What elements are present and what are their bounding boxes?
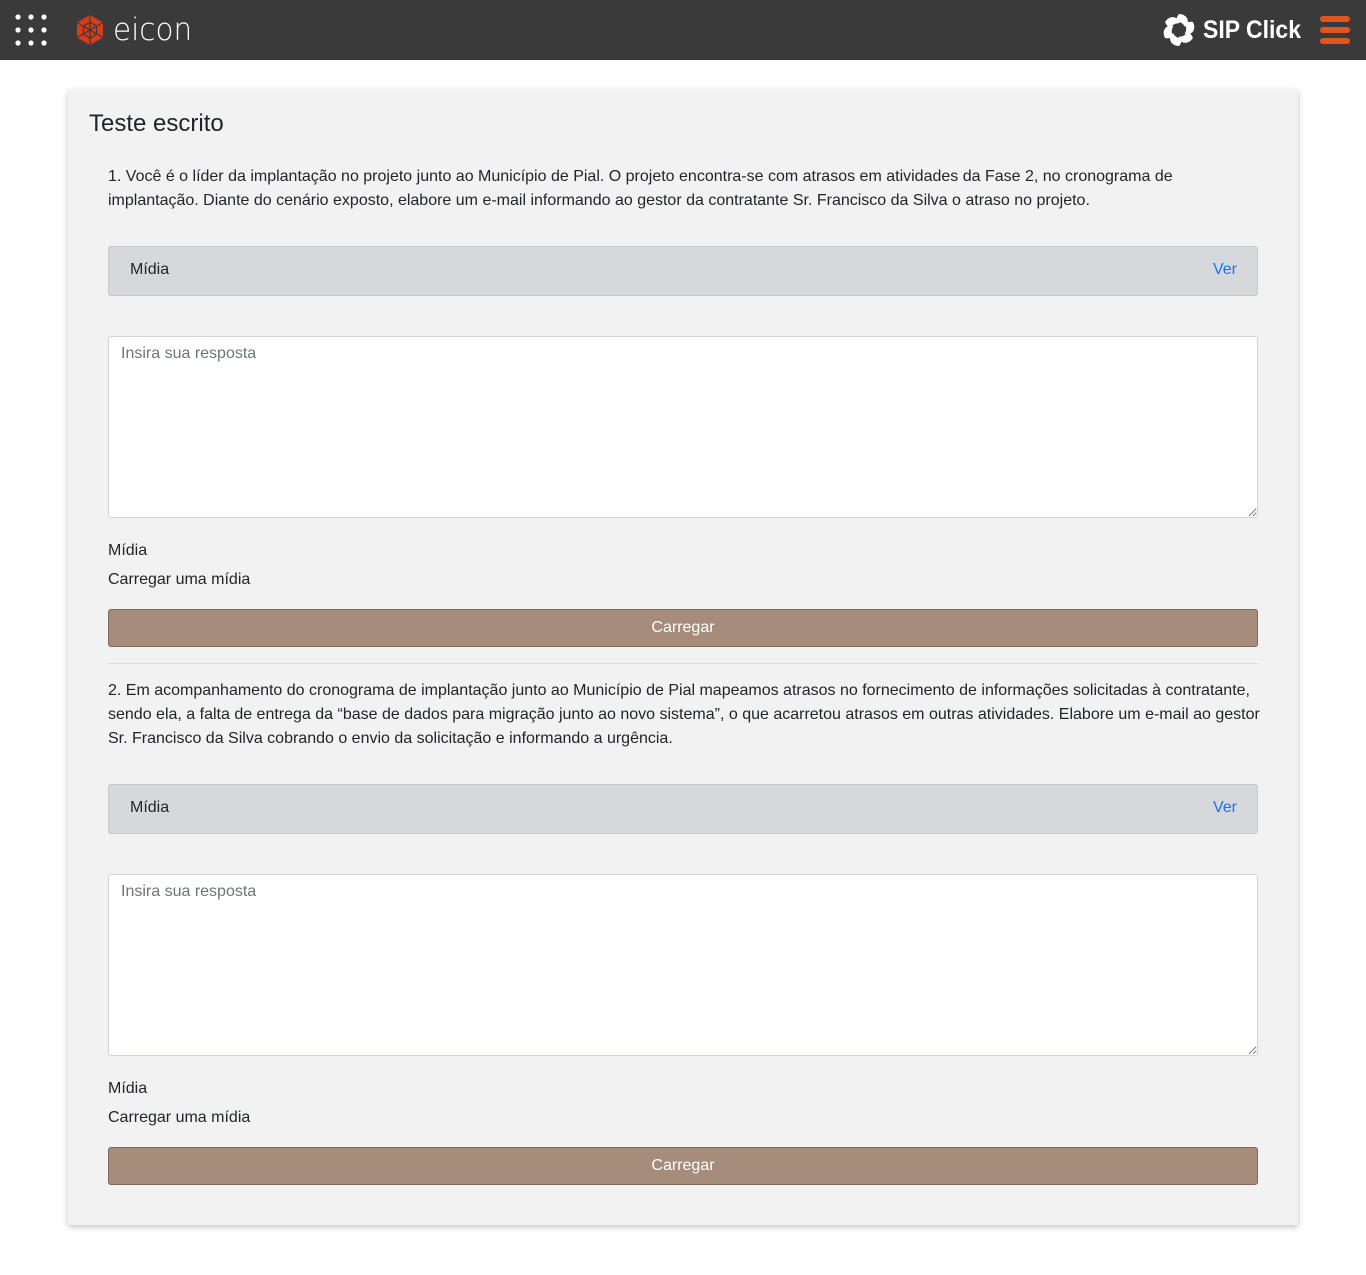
answer-textarea[interactable] <box>108 874 1258 1056</box>
eicon-logo[interactable]: eicon <box>74 12 196 48</box>
view-media-link[interactable]: Ver <box>1213 261 1237 279</box>
sipclick-logo[interactable]: SIP Click <box>1161 13 1310 47</box>
media-bar: Mídia Ver <box>108 784 1258 834</box>
top-navbar: eicon SIP Click <box>0 0 1366 60</box>
upload-button[interactable]: Carregar <box>108 1147 1258 1185</box>
view-media-link[interactable]: Ver <box>1213 799 1237 817</box>
eicon-logo-icon <box>76 15 104 45</box>
question-text: 1. Você é o líder da implantação no proj… <box>108 168 1173 209</box>
media-bar-label: Mídia <box>130 261 170 278</box>
answer-textarea[interactable] <box>108 336 1258 518</box>
test-card: Teste escrito 1. Você é o líder da impla… <box>68 90 1298 1225</box>
media-bar: Mídia Ver <box>108 246 1258 296</box>
brand-name: eicon <box>113 12 193 48</box>
sipclick-swirl-icon <box>1163 14 1195 46</box>
media-label: Mídia <box>108 542 148 559</box>
media-label: Mídia <box>108 1080 148 1097</box>
upload-media-label: Carregar uma mídia <box>108 571 251 588</box>
product-name: SIP Click <box>1203 15 1302 44</box>
question-divider <box>108 663 1258 664</box>
upload-button[interactable]: Carregar <box>108 609 1258 647</box>
media-bar-label: Mídia <box>130 799 170 816</box>
hamburger-icon[interactable] <box>1320 16 1350 44</box>
page-title: Teste escrito <box>89 110 224 137</box>
grid-dots-icon[interactable] <box>14 13 48 47</box>
question-text: 2. Em acompanhamento do cronograma de im… <box>108 682 1260 747</box>
upload-media-label: Carregar uma mídia <box>108 1109 251 1126</box>
